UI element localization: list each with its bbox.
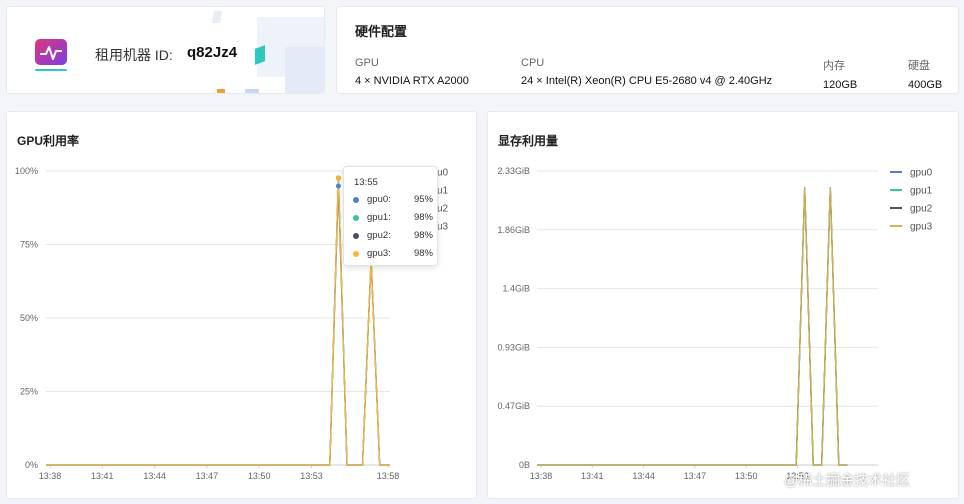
x-tick-label: 13:44 — [632, 471, 655, 481]
charts-layer: 100%75%50%25%0%13:38 13:41 13:44 13:47 13:50… — [15, 166, 933, 481]
y-tick-label: 1.86GiB — [497, 225, 530, 235]
legend-label: gpu3 — [910, 222, 933, 233]
x-tick-label: 13:41 — [91, 471, 114, 481]
y-tick-label: 100% — [15, 166, 38, 176]
y-tick-label: 2.33GiB — [497, 166, 530, 176]
legend-dot-icon — [353, 215, 359, 221]
tooltip-series-name: gpu1: — [367, 212, 391, 223]
legend-dot-icon — [353, 197, 359, 203]
x-tick-label: 13:47 — [196, 471, 219, 481]
legend-label: gpu2 — [910, 204, 933, 215]
y-tick-label: 25% — [20, 387, 38, 397]
x-tick-label: 13:47 — [684, 471, 707, 481]
tooltip-row-gpu2: gpu2: 98% — [353, 230, 433, 242]
x-tick-label: 13:58 — [377, 471, 400, 481]
series-line-gpu2 — [46, 176, 390, 466]
tooltip-row-gpu3: gpu3: 98% — [353, 248, 433, 260]
x-tick-label: 13:50 — [735, 471, 758, 481]
tooltip-series-value: 98% — [413, 248, 433, 259]
y-tick-label: 0.47GiB — [497, 401, 530, 411]
tooltip-series-value: 98% — [413, 230, 433, 241]
tooltip-series-name: gpu0: — [367, 194, 391, 205]
x-tick-label: 13:50 — [248, 471, 271, 481]
legend-label: u3 — [437, 222, 449, 233]
series-line-gpu0 — [46, 185, 390, 466]
y-tick-label: 75% — [20, 240, 38, 250]
x-tick-label: 13:44 — [143, 471, 166, 481]
series-line-gpu3 — [537, 187, 848, 466]
legend-label: u2 — [437, 204, 449, 215]
x-tick-label: 13:38 — [39, 471, 62, 481]
x-tick-label: 13:38 — [530, 471, 553, 481]
y-tick-label: 0.93GiB — [497, 342, 530, 352]
highlight-dot — [335, 175, 341, 181]
x-tick-label: 13:53 — [300, 471, 323, 481]
legend-label: gpu1 — [910, 186, 933, 197]
tooltip-row-gpu1: gpu1: 98% — [353, 212, 433, 224]
legend-dot-icon — [353, 251, 359, 257]
y-tick-label: 50% — [20, 313, 38, 323]
series-line-gpu1 — [46, 176, 390, 466]
tooltip-row-gpu0: gpu0: 95% — [353, 194, 433, 206]
legend-label: u1 — [437, 186, 449, 197]
y-tick-label: 1.4GiB — [502, 284, 530, 294]
y-tick-label: 0% — [25, 460, 38, 470]
series-line-gpu3 — [46, 176, 390, 466]
chart-tooltip: 13:55 gpu0: 95% gpu1: 98% gpu2: 98% gpu3… — [343, 166, 438, 266]
y-tick-label: 0B — [519, 460, 530, 470]
highlight-dot — [335, 183, 341, 189]
legend-label: u0 — [437, 168, 449, 179]
legend-dot-icon — [353, 233, 359, 239]
legend-label: gpu0 — [910, 168, 933, 179]
tooltip-series-name: gpu3: — [367, 248, 391, 259]
tooltip-series-name: gpu2: — [367, 230, 391, 241]
x-tick-label: 13:41 — [581, 471, 604, 481]
tooltip-series-value: 95% — [413, 194, 433, 205]
tooltip-series-value: 98% — [413, 212, 433, 223]
watermark: @稀土掘金技术社区 — [784, 472, 911, 488]
tooltip-time: 13:55 — [354, 177, 378, 188]
